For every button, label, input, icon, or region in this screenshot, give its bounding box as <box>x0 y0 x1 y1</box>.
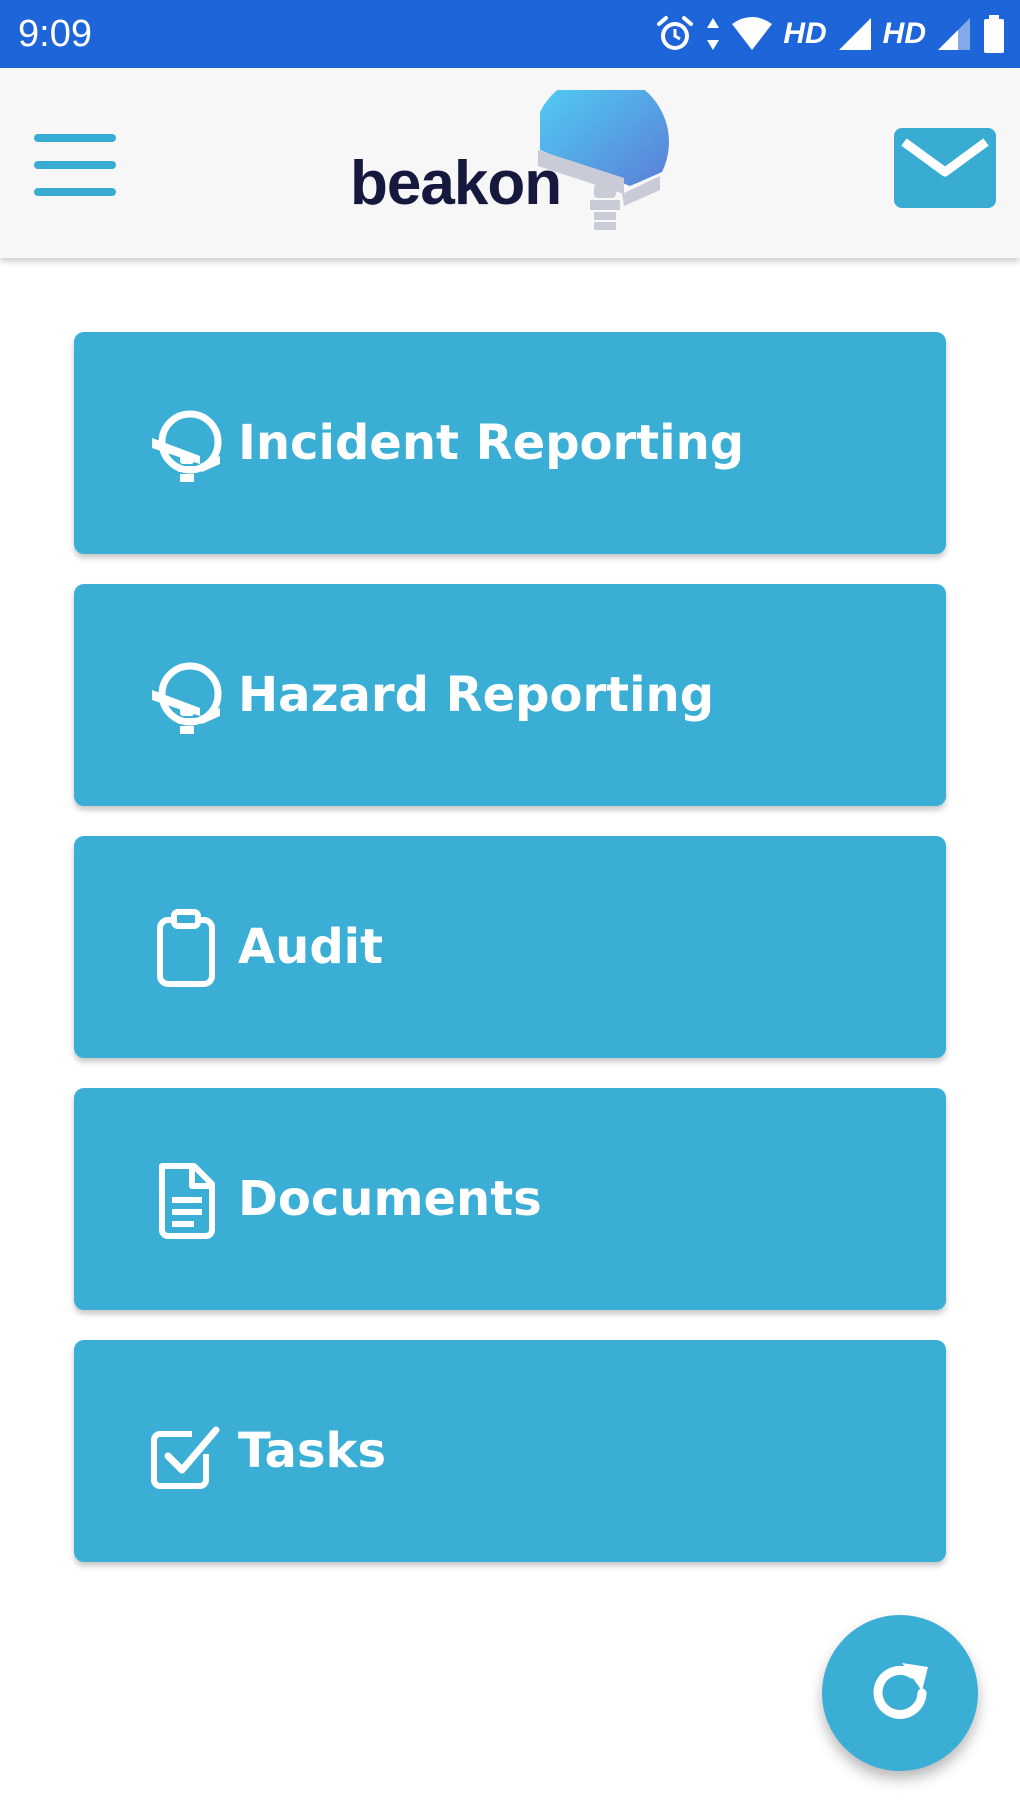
logo-text: beakon <box>350 149 562 218</box>
hazard-reporting-button[interactable]: Hazard Reporting <box>74 584 946 806</box>
network-type-label-2: HD <box>882 17 926 50</box>
beakon-lighthouse-icon <box>152 410 222 482</box>
app-bar: beakon <box>0 68 1020 258</box>
documents-label: Documents <box>238 1171 542 1227</box>
documents-button[interactable]: Documents <box>74 1088 946 1310</box>
beakon-logo: beakon <box>350 90 680 240</box>
status-time: 9:09 <box>18 13 92 55</box>
clipboard-icon <box>157 909 215 987</box>
status-icons: HD HD <box>655 12 1006 56</box>
refresh-icon <box>873 1663 928 1719</box>
mail-icon[interactable] <box>894 128 996 208</box>
audit-button[interactable]: Audit <box>74 836 946 1058</box>
network-type-label: HD <box>783 17 827 50</box>
checkbox-icon <box>151 1426 220 1489</box>
incident-reporting-label: Incident Reporting <box>238 415 745 471</box>
battery-icon <box>984 15 1004 53</box>
tasks-button[interactable]: Tasks <box>74 1340 946 1562</box>
beakon-lighthouse-icon <box>152 662 222 734</box>
hamburger-menu-icon[interactable] <box>30 130 118 200</box>
hazard-reporting-label: Hazard Reporting <box>238 667 715 723</box>
alarm-icon <box>657 16 694 50</box>
document-icon <box>159 1163 215 1239</box>
tasks-label: Tasks <box>238 1423 387 1479</box>
incident-reporting-button[interactable]: Incident Reporting <box>74 332 946 554</box>
audit-label: Audit <box>238 919 384 975</box>
signal-icon <box>838 18 871 50</box>
wifi-icon <box>732 17 773 50</box>
signal-weak-icon <box>938 18 970 50</box>
status-bar: 9:09 HD HD <box>0 0 1020 68</box>
data-arrows-icon <box>707 18 720 50</box>
refresh-button[interactable] <box>822 1615 978 1771</box>
